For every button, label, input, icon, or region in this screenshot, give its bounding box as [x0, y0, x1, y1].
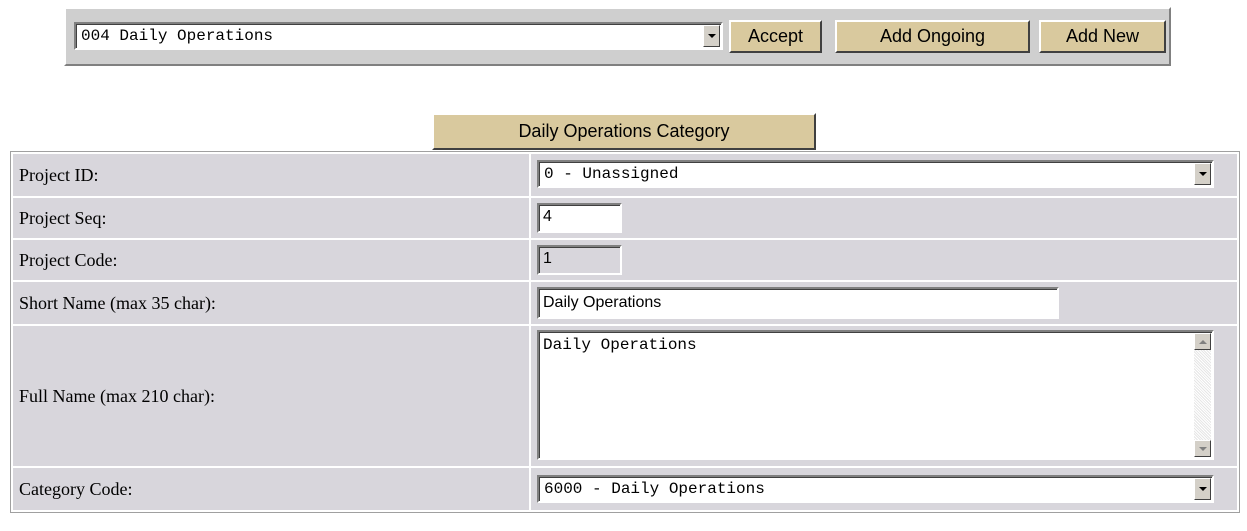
short-name-label: Short Name (max 35 char):	[13, 282, 529, 324]
record-select-value: 004 Daily Operations	[81, 27, 274, 45]
project-code-cell: 1	[531, 240, 1237, 280]
scroll-down-button[interactable]	[1194, 440, 1211, 457]
chevron-down-icon	[1198, 487, 1207, 491]
project-form: Project ID: 0 - Unassigned Project Seq: …	[10, 151, 1240, 513]
full-name-cell: Daily Operations	[531, 326, 1237, 466]
record-select[interactable]: 004 Daily Operations	[74, 22, 723, 50]
short-name-cell: Daily Operations	[531, 282, 1237, 324]
project-id-value: 0 - Unassigned	[544, 165, 679, 183]
full-name-value: Daily Operations	[543, 336, 697, 354]
project-seq-label: Project Seq:	[13, 198, 529, 238]
chevron-up-icon	[1198, 339, 1207, 344]
category-header: Daily Operations Category	[432, 113, 816, 150]
category-code-label: Category Code:	[13, 468, 529, 510]
chevron-down-icon	[707, 34, 716, 38]
project-seq-input[interactable]: 4	[537, 203, 622, 233]
full-name-scrollbar[interactable]	[1194, 333, 1211, 457]
project-id-dropdown-button[interactable]	[1194, 163, 1211, 185]
project-id-cell: 0 - Unassigned	[531, 154, 1237, 196]
project-seq-cell: 4	[531, 198, 1237, 238]
project-id-select[interactable]: 0 - Unassigned	[537, 160, 1214, 188]
add-new-button[interactable]: Add New	[1039, 20, 1166, 53]
record-select-dropdown-button[interactable]	[703, 25, 720, 47]
short-name-input[interactable]: Daily Operations	[537, 287, 1059, 319]
project-code-label: Project Code:	[13, 240, 529, 280]
category-code-cell: 6000 - Daily Operations	[531, 468, 1237, 510]
accept-button[interactable]: Accept	[729, 20, 822, 53]
category-code-dropdown-button[interactable]	[1194, 478, 1211, 500]
chevron-down-icon	[1198, 446, 1207, 451]
full-name-label: Full Name (max 210 char):	[13, 326, 529, 466]
toolbar: 004 Daily Operations Accept Add Ongoing …	[64, 7, 1171, 66]
project-code-input: 1	[537, 245, 622, 275]
project-id-label: Project ID:	[13, 154, 529, 196]
category-code-value: 6000 - Daily Operations	[544, 480, 765, 498]
chevron-down-icon	[1198, 172, 1207, 176]
scroll-up-button[interactable]	[1194, 333, 1211, 350]
category-code-select[interactable]: 6000 - Daily Operations	[537, 475, 1214, 503]
full-name-textarea[interactable]: Daily Operations	[537, 330, 1214, 460]
add-ongoing-button[interactable]: Add Ongoing	[835, 20, 1030, 53]
